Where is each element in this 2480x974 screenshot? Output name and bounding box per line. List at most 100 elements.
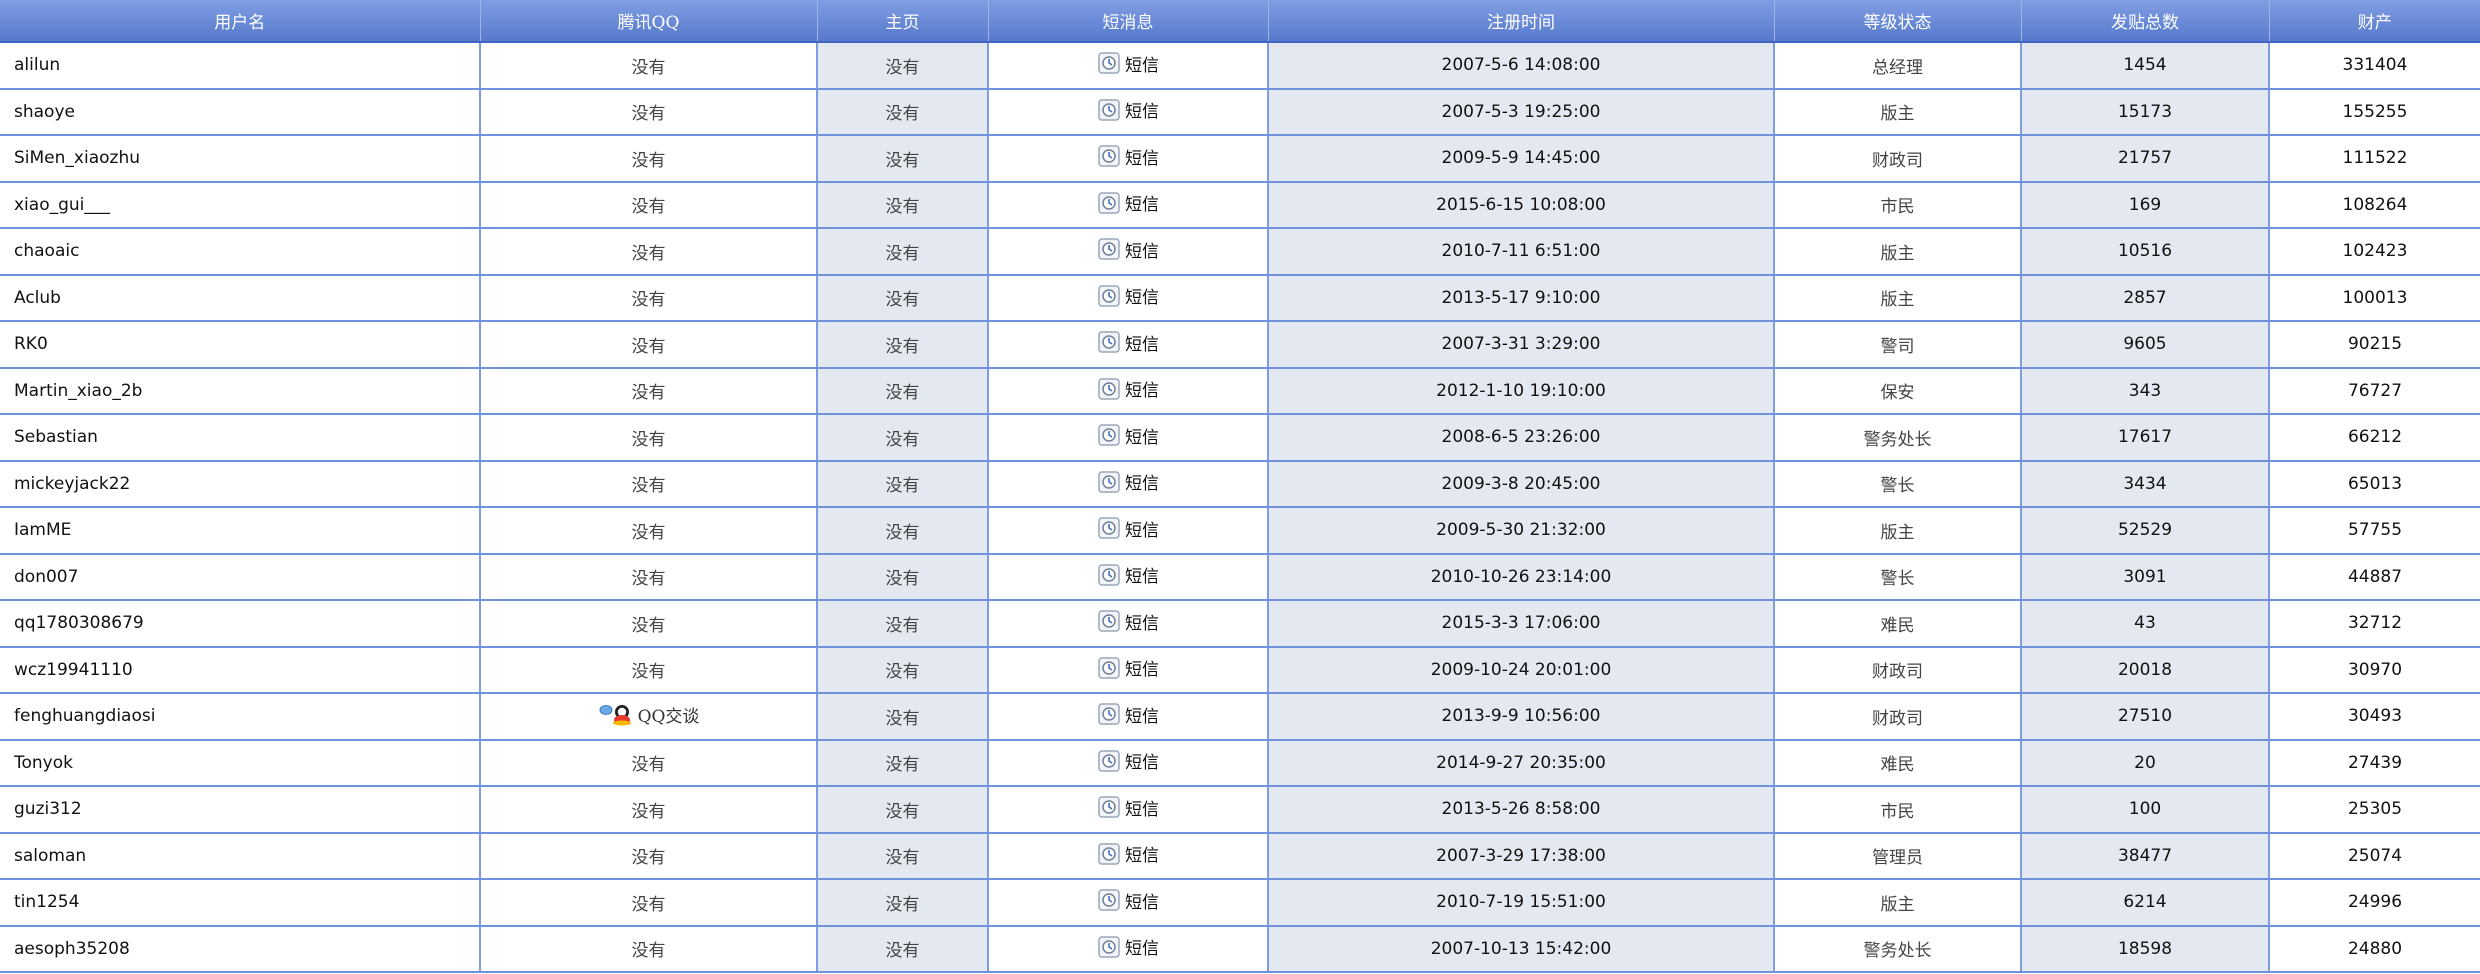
table-row: Martin_xiao_2b 没有 没有 短信 2012-1-10 19:10:00 保安… [0, 367, 2480, 415]
post-count: 18598 [2021, 925, 2270, 973]
send-sms-button[interactable]: 短信 [1097, 748, 1159, 773]
homepage-value: 没有 [817, 228, 989, 276]
sms-label: 短信 [1125, 660, 1159, 680]
username-link[interactable]: IamME [0, 507, 481, 555]
send-sms-button[interactable]: 短信 [1097, 655, 1159, 680]
message-icon [1097, 842, 1121, 866]
header-wealth[interactable]: 财产 [2269, 0, 2480, 43]
username-link[interactable]: guzi312 [0, 786, 481, 834]
sms-label: 短信 [1125, 102, 1159, 122]
sms-cell: 短信 [988, 460, 1269, 508]
username-link[interactable]: alilun [0, 42, 481, 90]
username-link[interactable]: SiMen_xiaozhu [0, 135, 481, 183]
header-level[interactable]: 等级状态 [1774, 0, 2022, 43]
post-count: 3434 [2021, 460, 2270, 508]
send-sms-button[interactable]: 短信 [1097, 934, 1159, 959]
send-sms-button[interactable]: 短信 [1097, 51, 1159, 76]
username-link[interactable]: chaoaic [0, 228, 481, 276]
header-homepage[interactable]: 主页 [817, 0, 989, 43]
username-link[interactable]: wcz19941110 [0, 646, 481, 694]
send-sms-button[interactable]: 短信 [1097, 376, 1159, 401]
username-link[interactable]: RK0 [0, 321, 481, 369]
sms-label: 短信 [1125, 55, 1159, 76]
homepage-value: 没有 [817, 274, 989, 322]
header-registered[interactable]: 注册时间 [1268, 0, 1775, 43]
level-status: 保安 [1774, 367, 2022, 415]
send-sms-button[interactable]: 短信 [1097, 562, 1159, 587]
post-count: 9605 [2021, 321, 2270, 369]
message-icon [1097, 795, 1121, 819]
message-icon [1097, 888, 1121, 912]
send-sms-button[interactable]: 短信 [1097, 888, 1159, 913]
post-count: 169 [2021, 181, 2270, 229]
username-link[interactable]: aesoph35208 [0, 925, 481, 973]
send-sms-button[interactable]: 短信 [1097, 702, 1159, 727]
send-sms-button[interactable]: 短信 [1097, 330, 1159, 355]
qq-value: 没有 [480, 460, 818, 508]
send-sms-button[interactable]: 短信 [1097, 97, 1159, 122]
homepage-value: 没有 [817, 321, 989, 369]
send-sms-button[interactable]: 短信 [1097, 841, 1159, 866]
table-row: tin1254 没有 没有 短信 2010-7-19 15:51:00 版主 6214 249… [0, 879, 2480, 927]
username-link[interactable]: don007 [0, 553, 481, 601]
send-sms-button[interactable]: 短信 [1097, 516, 1159, 541]
username-link[interactable]: mickeyjack22 [0, 460, 481, 508]
post-count: 20 [2021, 739, 2270, 787]
send-sms-button[interactable]: 短信 [1097, 423, 1159, 448]
header-sms[interactable]: 短消息 [988, 0, 1269, 43]
table-row: saloman 没有 没有 短信 2007-3-29 17:38:00 管理员 38477 2… [0, 832, 2480, 880]
wealth-value: 90215 [2269, 321, 2480, 369]
username-link[interactable]: saloman [0, 832, 481, 880]
registered-time: 2007-5-3 19:25:00 [1268, 88, 1775, 136]
qq-value: 没有 [480, 739, 818, 787]
username-link[interactable]: tin1254 [0, 879, 481, 927]
qq-value: 没有 [480, 228, 818, 276]
qq-chat-button[interactable]: QQ交谈 [598, 702, 699, 727]
send-sms-button[interactable]: 短信 [1097, 609, 1159, 634]
username-link[interactable]: Tonyok [0, 739, 481, 787]
table-header-row: 用户名 腾讯QQ 主页 短消息 注册时间 等级状态 发贴总数 财产 [0, 0, 2480, 43]
sms-label: 短信 [1125, 799, 1159, 820]
send-sms-button[interactable]: 短信 [1097, 283, 1159, 308]
send-sms-button[interactable]: 短信 [1097, 190, 1159, 215]
username-link[interactable]: qq1780308679 [0, 600, 481, 648]
table-row: shaoye 没有 没有 短信 2007-5-3 19:25:00 版主 15173 1552… [0, 88, 2480, 136]
send-sms-button[interactable]: 短信 [1097, 469, 1159, 494]
username-link[interactable]: Martin_xiao_2b [0, 367, 481, 415]
level-status: 警司 [1774, 321, 2022, 369]
qq-value: 没有 [480, 786, 818, 834]
username-link[interactable]: Sebastian [0, 414, 481, 462]
message-icon [1097, 377, 1121, 401]
username-link[interactable]: xiao_gui___ [0, 181, 481, 229]
username-link[interactable]: Aclub [0, 274, 481, 322]
send-sms-button[interactable]: 短信 [1097, 795, 1159, 820]
homepage-value: 没有 [817, 786, 989, 834]
send-sms-button[interactable]: 短信 [1097, 237, 1159, 262]
message-icon [1097, 284, 1121, 308]
post-count: 343 [2021, 367, 2270, 415]
level-status: 难民 [1774, 600, 2022, 648]
table-row: Aclub 没有 没有 短信 2013-5-17 9:10:00 版主 2857 100013 [0, 274, 2480, 322]
username-link[interactable]: shaoye [0, 88, 481, 136]
header-qq[interactable]: 腾讯QQ [480, 0, 818, 43]
username-link[interactable]: fenghuangdiaosi [0, 693, 481, 741]
sms-cell: 短信 [988, 693, 1269, 741]
send-sms-button[interactable]: 短信 [1097, 144, 1159, 169]
header-username[interactable]: 用户名 [0, 0, 481, 43]
level-status: 警务处长 [1774, 414, 2022, 462]
qq-penguin-icon [598, 702, 636, 726]
post-count: 1454 [2021, 42, 2270, 90]
qq-value: 没有 [480, 832, 818, 880]
wealth-value: 30970 [2269, 646, 2480, 694]
post-count: 21757 [2021, 135, 2270, 183]
qq-value: 没有 [480, 553, 818, 601]
sms-cell: 短信 [988, 739, 1269, 787]
wealth-value: 24996 [2269, 879, 2480, 927]
registered-time: 2007-3-29 17:38:00 [1268, 832, 1775, 880]
member-list-page: 用户名 腾讯QQ 主页 短消息 注册时间 等级状态 发贴总数 财产 alilun… [0, 0, 2480, 974]
wealth-value: 108264 [2269, 181, 2480, 229]
level-status: 警长 [1774, 553, 2022, 601]
header-posts[interactable]: 发贴总数 [2021, 0, 2270, 43]
table-row: Sebastian 没有 没有 短信 2008-6-5 23:26:00 警务处长 1761… [0, 414, 2480, 462]
homepage-value: 没有 [817, 693, 989, 741]
